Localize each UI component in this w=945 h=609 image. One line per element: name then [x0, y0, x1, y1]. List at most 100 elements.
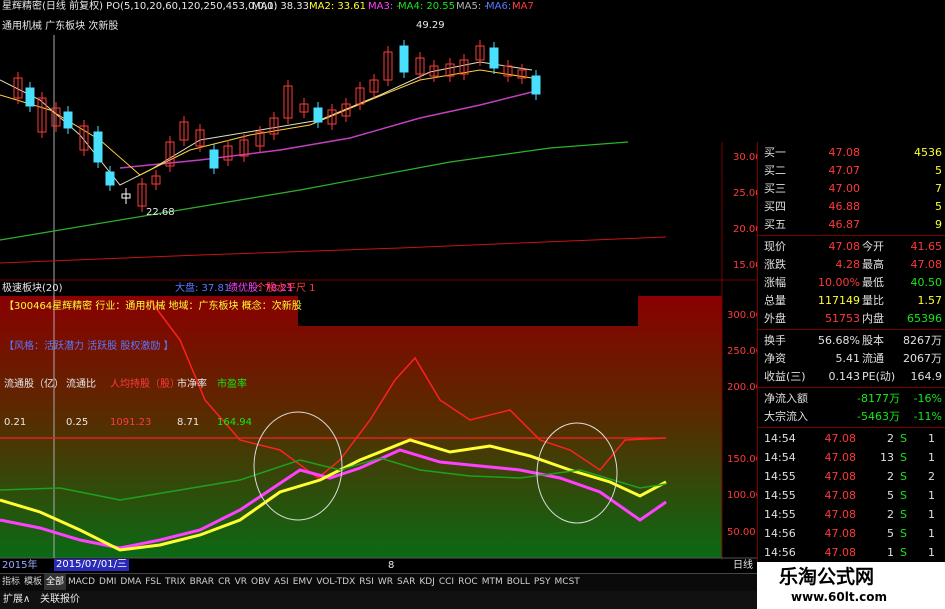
bid-row: 买四 46.88 5 — [758, 198, 945, 216]
flow-row: 净流入额 -8177万 -16% — [758, 390, 945, 408]
quote-cell: 流通 — [862, 352, 884, 365]
quote-cell: 117149 — [818, 294, 860, 307]
indicator-tab[interactable]: EMV — [291, 574, 315, 590]
flow-row: 大宗流入 -5463万 -11% — [758, 408, 945, 426]
quote-cell: 最低 — [862, 276, 884, 289]
stock-info-line: 【300464星辉精密 行业：通用机械 地域：广东板块 概念：次新股 — [4, 301, 302, 312]
fund-header: 流通比 — [66, 379, 96, 390]
indicator-tab[interactable]: MCST — [553, 574, 582, 590]
quote-cell: 1 — [928, 508, 935, 521]
quote-cell: 内盘 — [862, 312, 884, 325]
indicator-tab[interactable]: 指标 — [0, 574, 22, 590]
quote-cell: 13 — [880, 451, 894, 464]
stat-row: 涨幅 10.00% 最低 40.50 — [758, 274, 945, 292]
quote-cell: S — [900, 527, 907, 540]
quote-cell: 换手 — [764, 334, 786, 347]
candle-body — [313, 107, 323, 123]
quote-cell: 买四 — [764, 200, 786, 213]
quote-cell: S — [900, 432, 907, 445]
indicator-tab[interactable]: CR — [216, 574, 233, 590]
indicator-tab[interactable]: PSY — [532, 574, 553, 590]
tick-row: 14:55 47.08 2 S 2 — [758, 468, 945, 486]
quote-cell: S — [900, 470, 907, 483]
quote-cell: 1 — [928, 432, 935, 445]
quote-cell: 1 — [928, 489, 935, 502]
quote-cell: 14:54 — [764, 432, 796, 445]
quote-cell: 40.50 — [910, 276, 943, 289]
readout-dapan: 大盘: 37.81 — [175, 283, 231, 294]
quote-cell: 51753 — [825, 312, 860, 325]
quote-panel: 买一 47.08 4536 买二 47.07 5 买三 47.00 7 买四 46.88 5 买五 46.… — [757, 142, 945, 562]
indicator-tab[interactable]: MTM — [480, 574, 505, 590]
indicator-tab[interactable]: OBV — [249, 574, 272, 590]
ma2-readout: MA2: 33.61 — [309, 1, 367, 12]
stat-row: 外盘 51753 内盘 65396 — [758, 310, 945, 328]
indicator-tab[interactable]: SAR — [395, 574, 417, 590]
quote-cell: 5 — [887, 527, 894, 540]
candle-body — [63, 111, 73, 129]
quote-cell: 9 — [935, 218, 942, 231]
candle-body — [209, 149, 219, 169]
separator — [758, 329, 945, 330]
fund-value: 0.25 — [66, 417, 89, 428]
quote-cell: 4.28 — [835, 258, 861, 271]
quote-cell: 56.68% — [818, 334, 860, 347]
bid-row: 买二 47.07 5 — [758, 162, 945, 180]
quote-cell: 1.57 — [917, 294, 943, 307]
quote-cell: -8177万 — [857, 392, 900, 405]
quote-cell: 41.65 — [910, 240, 943, 253]
quote-cell: 量比 — [862, 294, 884, 307]
indicator-tab[interactable]: BOLL — [505, 574, 532, 590]
stat-row: 现价 47.08 今开 41.65 — [758, 238, 945, 256]
indicator-tab[interactable]: BRAR — [188, 574, 216, 590]
quote-cell: -16% — [913, 392, 942, 405]
indicator-tab[interactable]: 模板 — [22, 574, 44, 590]
indicator-tab[interactable]: DMA — [118, 574, 143, 590]
ma3-readout: MA3: - — [368, 1, 400, 12]
indicator-tab[interactable]: ASI — [272, 574, 291, 590]
quote-cell: 47.08 — [828, 146, 861, 159]
stat-row: 换手 56.68% 股本 8267万 — [758, 332, 945, 350]
indicator-tab[interactable]: 全部 — [44, 574, 67, 590]
quote-cell: 总量 — [764, 294, 786, 307]
period-label[interactable]: 日线 — [733, 560, 753, 572]
indicator-tab[interactable]: RSI — [357, 574, 376, 590]
indicator-tab[interactable]: CCI — [437, 574, 456, 590]
indicator-tab[interactable]: MACD — [66, 574, 97, 590]
stat-row: 收益(三) 0.143 PE(动) 164.9 — [758, 368, 945, 386]
indicator-tab[interactable]: DMI — [97, 574, 118, 590]
tick-row: 14:56 47.08 5 S 1 — [758, 525, 945, 543]
candle-body — [531, 75, 541, 95]
indicator-tab[interactable]: FSL — [143, 574, 163, 590]
indicator-tab[interactable]: WR — [376, 574, 395, 590]
quote-cell: S — [900, 546, 907, 559]
quote-cell: 股本 — [862, 334, 884, 347]
time-axis-year: 2015年 — [2, 560, 38, 571]
quote-cell: 10.00% — [818, 276, 860, 289]
quote-cell: 47.08 — [910, 258, 943, 271]
indicator-tab[interactable]: ROC — [456, 574, 480, 590]
quote-cell: -5463万 — [857, 410, 900, 423]
indicator-tabs: 指标 模板 全部 MACD DMI DMA FSL TRIX BRAR CR VR OBV ASI EMV… — [0, 573, 757, 591]
related-quote-button[interactable]: 关联报价 — [40, 594, 80, 606]
quote-cell: 47.08 — [824, 527, 857, 540]
quote-cell: 买二 — [764, 164, 786, 177]
quote-cell: 4536 — [914, 146, 942, 159]
bid-row: 买三 47.00 7 — [758, 180, 945, 198]
low-price-label: 22.68 — [146, 207, 175, 218]
quote-cell: 47.08 — [824, 451, 857, 464]
expand-button[interactable]: 扩展∧ — [3, 594, 30, 606]
quote-cell: S — [900, 451, 907, 464]
time-axis-marker: 8 — [388, 560, 395, 571]
indicator-tab[interactable]: VOL-TDX — [314, 574, 357, 590]
indicator-tab[interactable]: TRIX — [163, 574, 188, 590]
quote-cell: 外盘 — [764, 312, 786, 325]
indicator-tab[interactable]: VR — [233, 574, 249, 590]
quote-cell: 涨跌 — [764, 258, 786, 271]
style-line: 【风格：活跃潜力 活跃股 股权激励 】 — [4, 341, 174, 352]
quote-cell: 净资 — [764, 352, 786, 365]
quote-cell: 5.41 — [835, 352, 861, 365]
indicator-name[interactable]: 极速板块(20) — [2, 283, 63, 295]
indicator-tab[interactable]: KDJ — [417, 574, 437, 590]
quote-cell: 47.08 — [824, 489, 857, 502]
